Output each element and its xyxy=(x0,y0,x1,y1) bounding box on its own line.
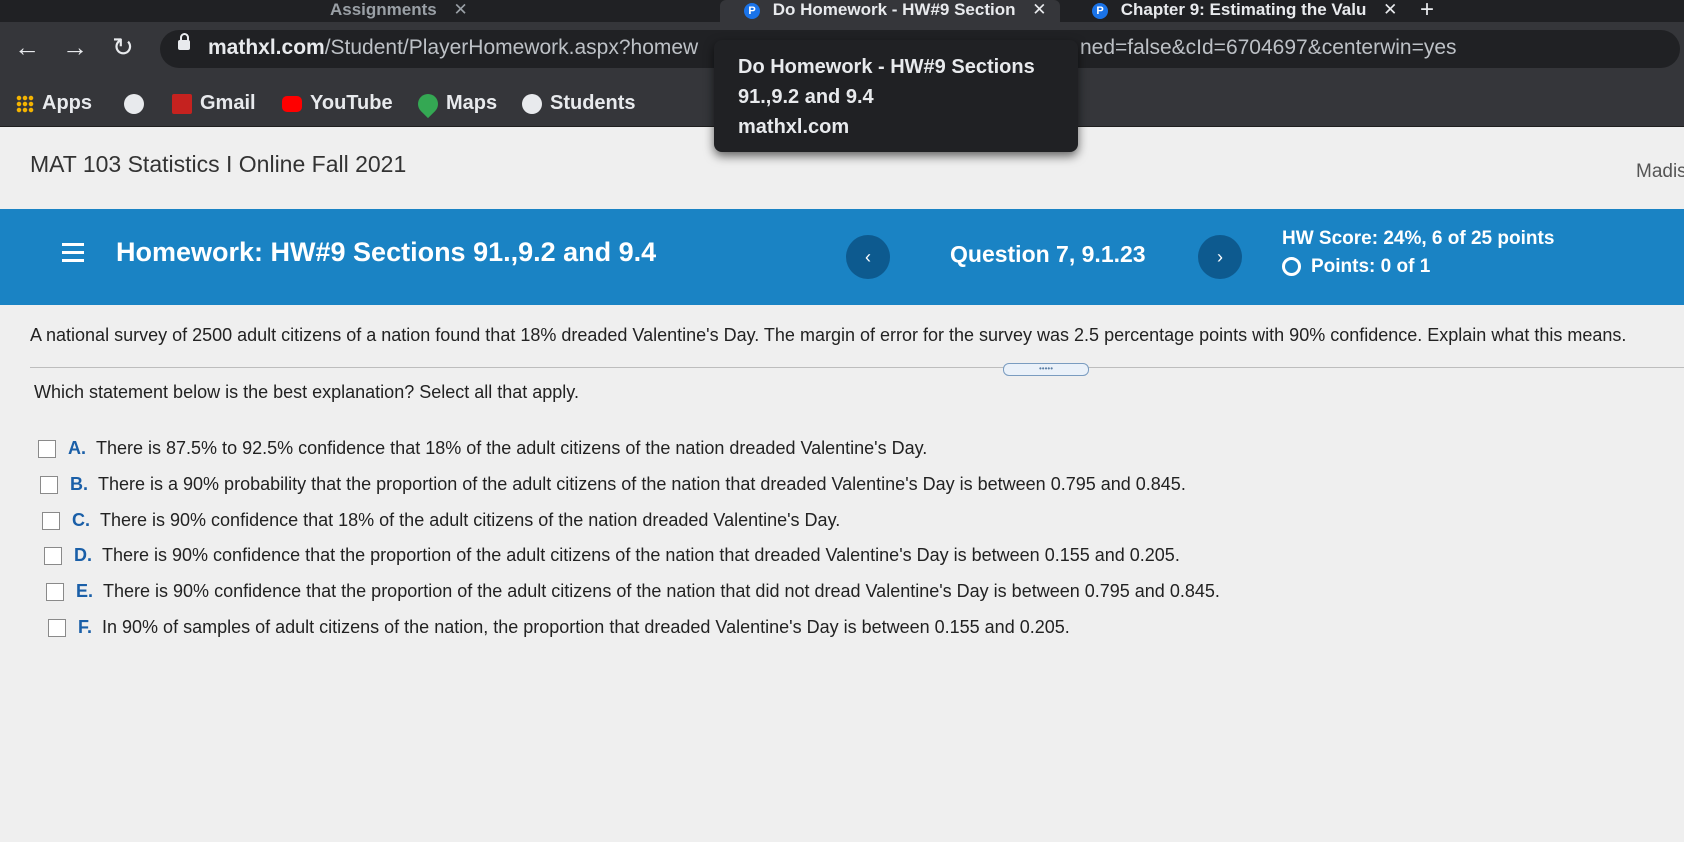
globe-icon xyxy=(124,93,144,114)
bookmark-label: Gmail xyxy=(200,92,256,114)
homework-banner: Homework: HW#9 Sections 91.,9.2 and 9.4 … xyxy=(0,209,1684,305)
tab-strip: Assignments ✕ P Do Homework - HW#9 Secti… xyxy=(0,0,1684,22)
back-icon[interactable]: ← xyxy=(14,32,40,62)
option-text: There is 90% confidence that the proport… xyxy=(102,545,1180,565)
option-letter: D. xyxy=(74,545,92,565)
option-text: There is 90% confidence that 18% of the … xyxy=(100,510,841,530)
forward-icon[interactable]: → xyxy=(62,32,88,62)
question-label: Question 7, 9.1.23 xyxy=(950,241,1146,267)
option-b[interactable]: B. There is a 90% probability that the pr… xyxy=(40,474,1186,495)
pearson-icon: P xyxy=(744,2,760,19)
option-letter: B. xyxy=(70,474,88,494)
option-text: In 90% of samples of adult citizens of t… xyxy=(102,617,1070,637)
bookmark-maps[interactable]: Maps xyxy=(413,89,498,118)
option-text: There is a 90% probability that the prop… xyxy=(98,474,1186,494)
close-tab-icon[interactable]: ✕ xyxy=(1032,0,1046,19)
new-tab-button[interactable]: + xyxy=(1420,0,1450,22)
url-tail-text: ned=false&cId=6704697&centerwin=yes xyxy=(1080,36,1457,59)
option-checkbox[interactable] xyxy=(40,476,58,495)
option-checkbox[interactable] xyxy=(44,547,62,566)
option-checkbox[interactable] xyxy=(46,583,64,602)
bookmark-apps[interactable]: Apps xyxy=(16,90,92,116)
close-tab-icon[interactable]: ✕ xyxy=(1383,0,1397,19)
resize-handle[interactable]: ••••• xyxy=(1003,363,1089,376)
tab-do-homework[interactable]: P Do Homework - HW#9 Section ✕ xyxy=(720,0,1060,22)
pearson-icon: P xyxy=(1092,2,1108,19)
divider xyxy=(30,367,1684,368)
url-path: /Student/PlayerHomework.aspx?homew xyxy=(324,36,699,59)
next-question-button[interactable]: › xyxy=(1198,235,1242,279)
lock-icon xyxy=(178,33,190,50)
tab-label: Assignments xyxy=(330,0,437,19)
option-checkbox[interactable] xyxy=(42,512,60,531)
score-panel: HW Score: 24%, 6 of 25 points Points: 0 … xyxy=(1282,225,1554,281)
url-host: mathxl.com xyxy=(208,36,325,59)
bookmark-label: Maps xyxy=(446,92,498,114)
circle-status-icon xyxy=(1282,257,1301,277)
points-text: Points: 0 of 1 xyxy=(1311,256,1431,277)
user-name[interactable]: Madis xyxy=(1636,161,1684,183)
bookmark-label: YouTube xyxy=(310,92,393,114)
gmail-icon xyxy=(172,93,192,114)
problem-statement: A national survey of 2500 adult citizens… xyxy=(30,325,1627,345)
option-text: There is 90% confidence that the proport… xyxy=(103,581,1220,601)
points-row: Points: 0 of 1 xyxy=(1282,253,1554,281)
option-letter: A. xyxy=(68,438,86,458)
option-a[interactable]: A. There is 87.5% to 92.5% confidence tha… xyxy=(38,438,927,459)
tooltip-title-line2: 91.,9.2 and 9.4 xyxy=(738,86,874,108)
youtube-icon xyxy=(282,95,302,112)
option-letter: F. xyxy=(78,617,93,637)
tab-label: Chapter 9: Estimating the Valu xyxy=(1120,0,1367,19)
homework-title: Homework: HW#9 Sections 91.,9.2 and 9.4 xyxy=(116,237,657,267)
tooltip-host: mathxl.com xyxy=(738,116,850,138)
previous-question-button[interactable]: ‹ xyxy=(846,235,890,279)
option-text: There is 87.5% to 92.5% confidence that … xyxy=(96,438,928,458)
bookmark-gmail[interactable]: Gmail xyxy=(172,90,256,116)
bookmark-globe[interactable] xyxy=(124,90,152,116)
course-title: MAT 103 Statistics I Online Fall 2021 xyxy=(30,151,407,177)
url-text: mathxl.com/Student/PlayerHomework.aspx?h… xyxy=(208,36,698,60)
hw-score: HW Score: 24%, 6 of 25 points xyxy=(1282,228,1555,249)
tooltip-title-line1: Do Homework - HW#9 Sections xyxy=(738,56,1035,78)
option-f[interactable]: F. In 90% of samples of adult citizens of… xyxy=(48,617,1070,638)
tab-label: Do Homework - HW#9 Section xyxy=(772,0,1016,19)
option-checkbox[interactable] xyxy=(38,440,56,459)
apps-grid-icon xyxy=(16,94,34,113)
globe-icon xyxy=(522,93,542,114)
map-pin-icon xyxy=(413,89,443,118)
bookmark-students[interactable]: Students xyxy=(522,90,636,116)
option-e[interactable]: E. There is 90% confidence that the propo… xyxy=(46,581,1220,602)
hamburger-menu-icon[interactable] xyxy=(62,243,84,267)
reload-icon[interactable]: ↻ xyxy=(112,32,134,62)
tab-chapter-9[interactable]: P Chapter 9: Estimating the Valu ✕ xyxy=(1080,0,1400,22)
option-d[interactable]: D. There is 90% confidence that the propo… xyxy=(44,545,1180,566)
bookmark-youtube[interactable]: YouTube xyxy=(282,90,393,116)
tab-assignments[interactable]: Assignments ✕ xyxy=(330,0,730,22)
close-tab-icon[interactable]: ✕ xyxy=(453,0,467,19)
option-letter: E. xyxy=(76,581,94,601)
option-c[interactable]: C. There is 90% confidence that 18% of th… xyxy=(42,510,840,531)
option-checkbox[interactable] xyxy=(48,619,66,638)
bookmark-label: Apps xyxy=(42,92,92,114)
page-content: MAT 103 Statistics I Online Fall 2021 Ma… xyxy=(0,127,1684,842)
option-letter: C. xyxy=(72,510,90,530)
bookmark-label: Students xyxy=(550,92,636,114)
tab-hover-tooltip: Do Homework - HW#9 Sections 91.,9.2 and … xyxy=(714,40,1078,152)
question-prompt: Which statement below is the best explan… xyxy=(34,382,579,402)
